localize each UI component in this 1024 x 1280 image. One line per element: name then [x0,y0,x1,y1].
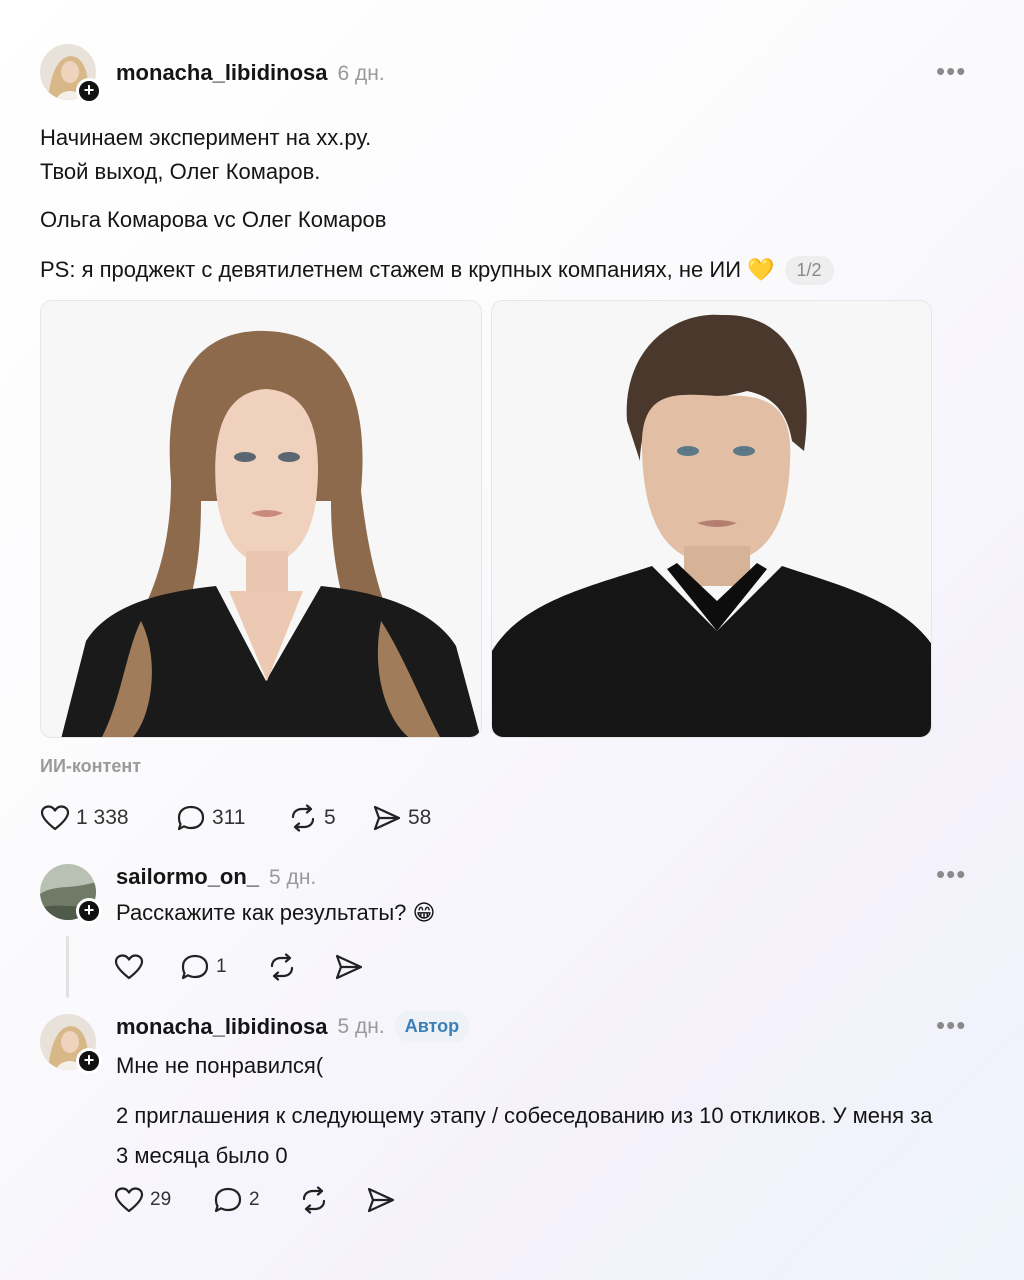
like-count: 1 338 [76,806,129,829]
author-avatar[interactable]: + [40,1014,102,1074]
follow-plus-icon[interactable]: + [76,898,102,924]
send-icon [367,1187,395,1213]
commenter-avatar[interactable]: + [40,864,102,924]
post-time: 6 дн. [337,62,385,85]
share-button[interactable] [334,953,364,981]
comment-username[interactable]: sailormo_on_ [116,864,259,890]
post-line: Твой выход, Олег Комаров. [40,159,321,184]
more-options-icon[interactable]: ••• [936,861,966,887]
like-button[interactable]: 1 338 [40,804,129,832]
heart-icon [114,954,144,980]
share-count: 58 [408,806,432,829]
ai-content-label: ИИ-контент [40,756,142,776]
comment-text: Мне не понравился( [116,1053,324,1078]
repost-button[interactable] [267,953,297,981]
repost-icon [302,1186,326,1214]
heart-icon [114,1187,144,1213]
man-portrait-image [492,301,931,737]
repost-icon [270,953,294,981]
comment-bubble-icon [177,805,205,831]
repost-icon [291,804,315,832]
comment-bubble-icon [214,1187,242,1213]
repost-button[interactable]: 5 [288,804,336,832]
send-icon [335,954,363,980]
comment-text: Расскажите как результаты? 😁 [116,900,436,925]
post-photo-man[interactable] [491,300,932,738]
comment-count: 311 [212,806,246,829]
comment-username[interactable]: monacha_libidinosa [116,1014,328,1040]
repost-button[interactable] [299,1186,329,1214]
comment-button[interactable]: 311 [176,804,245,832]
comment-text: 2 приглашения к следующему этапу / собес… [116,1103,933,1168]
comment-button[interactable]: 1 [180,953,227,981]
post-line: Начинаем эксперимент на хх.ру. [40,125,372,150]
comment-button[interactable]: 2 [213,1186,260,1214]
share-button[interactable]: 58 [372,804,431,832]
post-line: PS: я проджект с девятилетнем стажем в к… [40,257,775,282]
post-username[interactable]: monacha_libidinosa [116,60,328,86]
like-button[interactable]: 29 [114,1186,171,1214]
author-avatar[interactable]: + [40,44,102,104]
follow-plus-icon[interactable]: + [76,78,102,104]
send-icon [373,805,401,831]
more-options-icon[interactable]: ••• [936,58,966,84]
comment-time: 5 дн. [269,866,317,889]
repost-count: 5 [324,806,336,829]
comment-bubble-icon [181,954,209,980]
post-line: Ольга Комарова vс Олег Комаров [40,207,387,232]
author-badge: Автор [394,1011,470,1042]
follow-plus-icon[interactable]: + [76,1048,102,1074]
like-count: 29 [150,1189,172,1210]
page-indicator: 1/2 [784,255,834,285]
comment-time: 5 дн. [337,1014,385,1038]
comment-count: 1 [216,956,227,977]
post-body: Начинаем эксперимент на хх.ру. Твой выхо… [40,121,940,189]
more-options-icon[interactable]: ••• [936,1012,966,1038]
post-photo-woman[interactable] [40,300,482,738]
comment-count: 2 [249,1189,260,1210]
heart-icon [40,805,70,831]
share-button[interactable] [366,1186,396,1214]
thread-line [66,936,69,998]
like-button[interactable] [114,953,144,981]
woman-portrait-image [41,301,481,737]
